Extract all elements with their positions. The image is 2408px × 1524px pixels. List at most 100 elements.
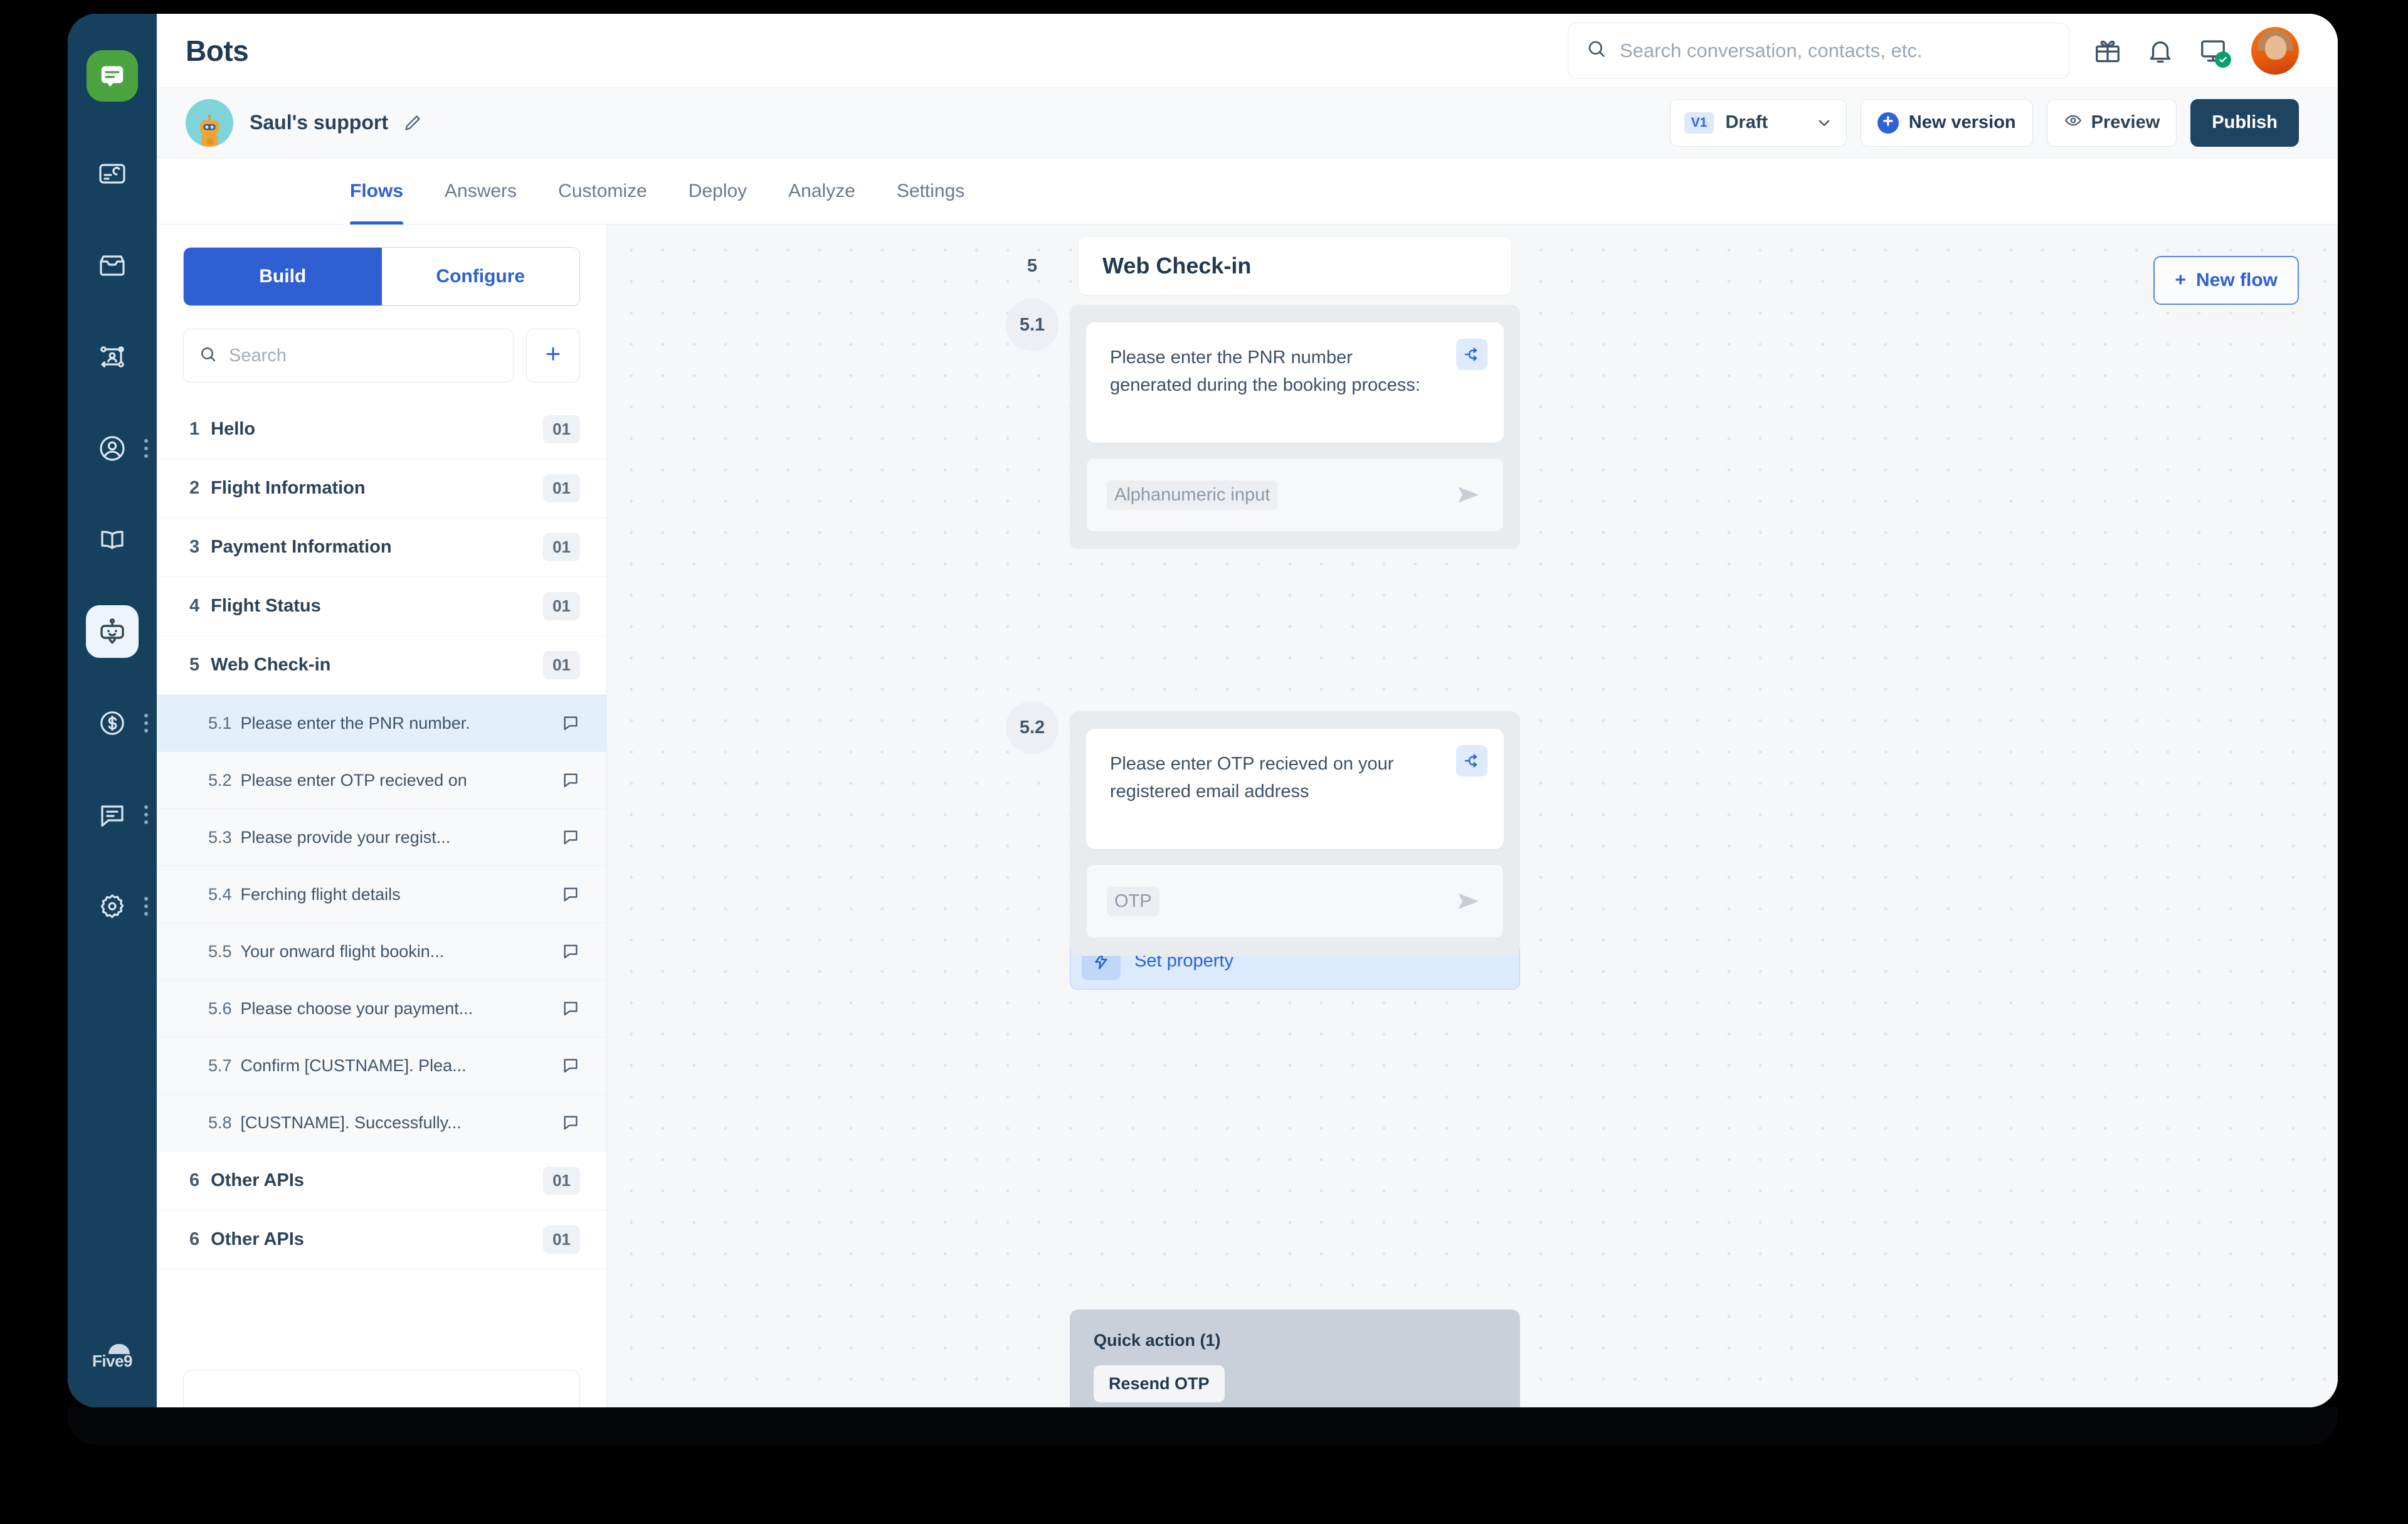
- flow-name: Hello: [211, 419, 256, 439]
- chat-bubble-icon: [86, 788, 139, 841]
- sub-name: Confirm [CUSTNAME]. Plea...: [240, 1056, 467, 1075]
- sidebar-item-dashboard[interactable]: [68, 128, 157, 220]
- quick-action-chip[interactable]: Resend OTP: [1094, 1365, 1225, 1402]
- flow-row[interactable]: 3 Payment Information 01: [157, 518, 606, 577]
- flow-name: Other APIs: [211, 1229, 304, 1249]
- flow-row[interactable]: 1 Hello 01: [157, 400, 606, 459]
- new-flow-button[interactable]: + New flow: [2153, 256, 2299, 305]
- flow-count-badge: 01: [543, 651, 580, 679]
- flow-search-input[interactable]: [229, 345, 498, 366]
- version-select[interactable]: V1 Draft: [1669, 98, 1847, 147]
- add-flow-button[interactable]: +: [526, 329, 580, 383]
- new-version-button[interactable]: + New version: [1860, 98, 2033, 147]
- flow-row[interactable]: 4 Flight Status 01: [157, 577, 606, 636]
- sidebar-item-bots[interactable]: [68, 586, 157, 677]
- flow-name: Other APIs: [211, 1170, 304, 1190]
- flow-sub-row[interactable]: 5.4 Ferching flight details: [157, 866, 606, 923]
- user-input-preview[interactable]: OTP: [1086, 864, 1504, 938]
- avatar[interactable]: [2251, 26, 2299, 75]
- panel-bottom-field[interactable]: [183, 1370, 580, 1407]
- user-input-preview[interactable]: Alphanumeric input: [1086, 458, 1504, 532]
- flow-search-row: +: [183, 329, 580, 383]
- message-card[interactable]: Please enter the PNR number generated du…: [1086, 322, 1504, 443]
- sidebar-item-journeys[interactable]: [68, 311, 157, 403]
- app-screen: Five9 Bots Search conversation, contacts…: [68, 14, 2338, 1407]
- branch-icon[interactable]: [1456, 745, 1487, 776]
- message-text: Please enter the PNR number generated du…: [1110, 347, 1420, 396]
- tab-customize[interactable]: Customize: [558, 158, 647, 225]
- pencil-icon[interactable]: [402, 112, 423, 134]
- gift-icon[interactable]: [2093, 36, 2122, 65]
- node-badge-5-2: 5.2: [1006, 701, 1059, 754]
- tab-answers[interactable]: Answers: [445, 158, 517, 225]
- tab-settings[interactable]: Settings: [897, 158, 964, 225]
- node-group-5-1[interactable]: Please enter the PNR number generated du…: [1070, 305, 1520, 549]
- flow-sub-row[interactable]: 5.3 Please provide your regist...: [157, 809, 606, 866]
- send-icon[interactable]: [1454, 480, 1483, 509]
- sidebar-item-options-icon[interactable]: [144, 714, 148, 733]
- chat-logo-icon[interactable]: [87, 50, 138, 102]
- flow-name: Flight Status: [211, 596, 321, 616]
- tab-analyze[interactable]: Analyze: [788, 158, 855, 225]
- message-bubble-icon: [551, 999, 580, 1018]
- message-card[interactable]: Please enter OTP recieved on your regist…: [1086, 729, 1504, 849]
- sidebar-item-conversations[interactable]: [68, 769, 157, 860]
- sub-index: 5.3: [208, 827, 232, 847]
- flow-sub-row[interactable]: 5.7 Confirm [CUSTNAME]. Plea...: [157, 1037, 606, 1094]
- bot-toolbar-actions: V1 Draft + New version Preview Publish: [1669, 98, 2299, 147]
- tab-deploy[interactable]: Deploy: [689, 158, 747, 225]
- inbox-icon: [86, 239, 139, 292]
- flow-row[interactable]: 5 Web Check-in 01: [157, 636, 606, 695]
- send-icon[interactable]: [1454, 887, 1483, 916]
- flow-index: 6: [189, 1170, 200, 1190]
- bot-icon: [86, 605, 139, 658]
- sidebar-item-inbox[interactable]: [68, 220, 157, 311]
- input-placeholder: OTP: [1107, 886, 1159, 916]
- sidebar-item-contacts[interactable]: [68, 403, 157, 494]
- message-bubble-icon: [551, 828, 580, 847]
- flow-sub-row[interactable]: 5.2 Please enter OTP recieved on: [157, 752, 606, 809]
- segment-configure[interactable]: Configure: [381, 248, 579, 305]
- sidebar-item-billing[interactable]: [68, 677, 157, 769]
- tab-flows[interactable]: Flows: [350, 158, 404, 225]
- flow-row[interactable]: 6 Other APIs 01: [157, 1151, 606, 1210]
- flow-row[interactable]: 2 Flight Information 01: [157, 459, 606, 518]
- sidebar-item-settings[interactable]: [68, 860, 157, 952]
- sidebar-item-options-icon[interactable]: [144, 805, 148, 824]
- flow-list: 1 Hello 01 2 Flight Information 01 3 Pay…: [157, 400, 606, 1407]
- flow-sub-row[interactable]: 5.8 [CUSTNAME]. Successfully...: [157, 1094, 606, 1151]
- sub-name: Ferching flight details: [240, 884, 401, 904]
- version-badge: V1: [1684, 112, 1714, 134]
- flow-sub-row[interactable]: 5.6 Please choose your payment...: [157, 980, 606, 1037]
- quick-action-node[interactable]: Quick action (1) Resend OTP: [1070, 1310, 1520, 1407]
- flow-row[interactable]: 6 Other APIs 01: [157, 1210, 606, 1269]
- book-icon: [86, 514, 139, 566]
- message-bubble-icon: [551, 714, 580, 733]
- screen-check-icon[interactable]: [2199, 36, 2231, 68]
- global-search[interactable]: [1568, 22, 2069, 79]
- user-circle-icon: [86, 422, 139, 475]
- flow-sub-row[interactable]: 5.1 Please enter the PNR number.: [157, 695, 606, 752]
- publish-button[interactable]: Publish: [2190, 98, 2299, 147]
- flow-count-badge: 01: [543, 1167, 580, 1195]
- five9-wordmark: Five9: [92, 1352, 133, 1370]
- input-placeholder: Alphanumeric input: [1107, 480, 1278, 510]
- search-input[interactable]: [1620, 39, 2051, 62]
- sidebar-item-options-icon[interactable]: [144, 439, 148, 458]
- flow-canvas[interactable]: + New flow 5 Web Check-in 5.1 Please ent…: [607, 225, 2338, 1407]
- segment-build[interactable]: Build: [184, 248, 382, 305]
- gear-icon: [86, 880, 139, 933]
- flow-search[interactable]: [183, 329, 514, 383]
- flow-title-card[interactable]: Web Check-in: [1079, 237, 1511, 295]
- flow-index: 5: [189, 655, 200, 675]
- flow-index: 2: [189, 478, 200, 498]
- node-group-5-2[interactable]: Please enter OTP recieved on your regist…: [1070, 711, 1520, 956]
- flow-sub-row[interactable]: 5.5 Your onward flight bookin...: [157, 923, 606, 980]
- preview-button[interactable]: Preview: [2046, 98, 2177, 147]
- plus-icon: +: [2175, 270, 2186, 290]
- sidebar-item-knowledge[interactable]: [68, 494, 157, 586]
- bell-icon[interactable]: [2146, 36, 2175, 65]
- online-status-badge: [2215, 51, 2231, 68]
- branch-icon[interactable]: [1456, 339, 1487, 370]
- sidebar-item-options-icon[interactable]: [144, 897, 148, 916]
